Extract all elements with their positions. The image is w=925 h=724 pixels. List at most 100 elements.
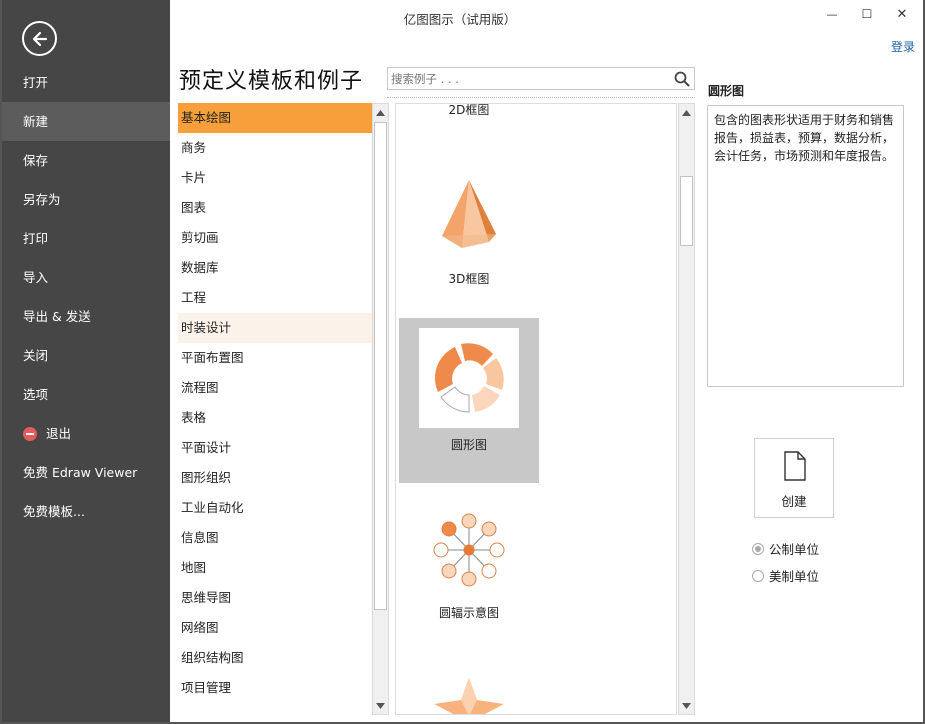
description-title: 圆形图 xyxy=(708,84,745,98)
category-item[interactable]: 组织结构图 xyxy=(178,643,372,673)
menu-label: 免费模板... xyxy=(23,504,85,519)
unit-us-option[interactable]: 美制单位 xyxy=(752,566,819,585)
scroll-thumb[interactable] xyxy=(374,122,387,610)
template-label: 2D框图 xyxy=(448,103,490,117)
unit-metric-option[interactable]: 公制单位 xyxy=(752,539,819,558)
menu-label: 导入 xyxy=(23,270,49,285)
category-item[interactable]: 卡片 xyxy=(178,163,372,193)
menu-label: 打印 xyxy=(23,231,49,246)
menu-label: 打开 xyxy=(23,75,49,90)
template-thumbnail xyxy=(419,328,519,428)
unit-label: 公制单位 xyxy=(769,542,820,557)
exit-icon xyxy=(23,426,37,441)
unit-label: 美制单位 xyxy=(769,569,820,584)
menu-label: 另存为 xyxy=(23,192,61,207)
menu-open[interactable]: 打开 xyxy=(0,63,170,102)
template-3d-block[interactable]: 3D框图 xyxy=(399,164,539,294)
menu-export-send[interactable]: 导出 & 发送 xyxy=(0,297,170,336)
template-2d-block[interactable]: 2D框图 xyxy=(399,103,539,121)
menu-options[interactable]: 选项 xyxy=(0,375,170,414)
menu-label: 保存 xyxy=(23,153,49,168)
menu-import[interactable]: 导入 xyxy=(0,258,170,297)
menu-label: 退出 xyxy=(46,426,72,441)
close-icon: ✕ xyxy=(896,6,908,22)
category-item[interactable]: 工程 xyxy=(178,283,372,313)
menu-label: 新建 xyxy=(23,114,49,129)
gallery-scrollbar[interactable] xyxy=(678,103,695,715)
pyramid-icon xyxy=(442,180,496,248)
category-item[interactable]: 数据库 xyxy=(178,253,372,283)
menu-print[interactable]: 打印 xyxy=(0,219,170,258)
template-label: 圆形图 xyxy=(450,438,487,452)
triangle-up-icon xyxy=(376,109,385,116)
scroll-up-arrow[interactable] xyxy=(373,105,388,120)
search-box xyxy=(387,67,695,90)
category-item[interactable]: 流程图 xyxy=(178,373,372,403)
triangle-down-icon xyxy=(682,702,691,709)
close-button[interactable]: ✕ xyxy=(892,4,912,24)
maximize-icon: ☐ xyxy=(861,7,873,21)
create-label: 创建 xyxy=(781,494,807,509)
back-button[interactable] xyxy=(22,21,57,56)
scroll-down-arrow[interactable] xyxy=(679,698,694,713)
page-title: 预定义模板和例子 xyxy=(179,69,364,94)
minimize-button[interactable]: — xyxy=(822,4,842,24)
category-item[interactable]: 表格 xyxy=(178,403,372,433)
radial-diagram-icon xyxy=(433,513,505,587)
category-item[interactable]: 平面设计 xyxy=(178,433,372,463)
window-title: 亿图图示（试用版） xyxy=(403,12,517,27)
category-item[interactable]: 基本绘图 xyxy=(178,103,372,133)
login-link[interactable]: 登录 xyxy=(891,38,915,55)
category-item[interactable]: 网络图 xyxy=(178,613,372,643)
triangle-up-icon xyxy=(682,109,691,116)
template-label: 3D框图 xyxy=(448,272,490,286)
metric-radio[interactable] xyxy=(752,542,764,555)
backstage-sidebar: 打开 新建 保存 另存为 打印 导入 导出 & 发送 关闭 选项 退出 免费 E… xyxy=(0,0,170,724)
template-radial-diagram[interactable]: 圆辐示意图 xyxy=(399,506,539,626)
category-item[interactable]: 商务 xyxy=(178,133,372,163)
menu-save[interactable]: 保存 xyxy=(0,141,170,180)
category-item[interactable]: 剪切画 xyxy=(178,223,372,253)
menu-label: 关闭 xyxy=(23,348,49,363)
menu-new[interactable]: 新建 xyxy=(0,102,170,141)
menu-label: 免费 Edraw Viewer xyxy=(23,465,138,480)
document-icon xyxy=(784,451,806,481)
menu-free-templates[interactable]: 免费模板... xyxy=(0,492,170,531)
divider xyxy=(387,97,695,98)
scroll-down-arrow[interactable] xyxy=(373,698,388,713)
category-item[interactable]: 地图 xyxy=(178,553,372,583)
category-list: 基本绘图 商务 卡片 图表 剪切画 数据库 工程 时装设计 平面布置图 流程图 … xyxy=(178,103,372,715)
template-circular-diagram[interactable]: 圆形图 xyxy=(399,318,539,483)
menu-save-as[interactable]: 另存为 xyxy=(0,180,170,219)
menu-free-viewer[interactable]: 免费 Edraw Viewer xyxy=(0,453,170,492)
scroll-up-arrow[interactable] xyxy=(679,105,694,120)
scroll-thumb[interactable] xyxy=(680,176,693,246)
arrow-left-icon xyxy=(32,31,47,46)
category-item[interactable]: 信息图 xyxy=(178,523,372,553)
category-item[interactable]: 工业自动化 xyxy=(178,493,372,523)
menu-label: 导出 & 发送 xyxy=(23,309,91,324)
backstage-menu: 打开 新建 保存 另存为 打印 导入 导出 & 发送 关闭 选项 退出 免费 E… xyxy=(0,63,170,531)
search-input[interactable] xyxy=(388,68,668,89)
category-item[interactable]: 图形组织 xyxy=(178,463,372,493)
category-item[interactable]: 时装设计 xyxy=(178,313,372,343)
menu-label: 选项 xyxy=(23,387,49,402)
category-item[interactable]: 图表 xyxy=(178,193,372,223)
triangle-down-icon xyxy=(376,702,385,709)
us-radio[interactable] xyxy=(752,569,764,582)
template-gallery: 2D框图 3D框图 圆形图 圆辐示意图 xyxy=(395,103,677,715)
category-item[interactable]: 平面布置图 xyxy=(178,343,372,373)
maximize-button[interactable]: ☐ xyxy=(857,4,877,24)
menu-close[interactable]: 关闭 xyxy=(0,336,170,375)
create-button[interactable]: 创建 xyxy=(754,438,834,518)
search-icon[interactable] xyxy=(674,71,690,87)
description-box: 包含的图表形状适用于财务和销售报告，损益表，预算，数据分析，会计任务，市场预测和… xyxy=(707,105,904,387)
category-item[interactable]: 思维导图 xyxy=(178,583,372,613)
template-label: 圆辐示意图 xyxy=(438,606,499,620)
circular-diagram-icon xyxy=(434,343,504,413)
category-scrollbar[interactable] xyxy=(372,103,389,715)
category-item[interactable]: 项目管理 xyxy=(178,673,372,703)
menu-exit[interactable]: 退出 xyxy=(0,414,170,453)
window-frame-left xyxy=(0,0,2,724)
star-shape-icon xyxy=(434,678,504,714)
